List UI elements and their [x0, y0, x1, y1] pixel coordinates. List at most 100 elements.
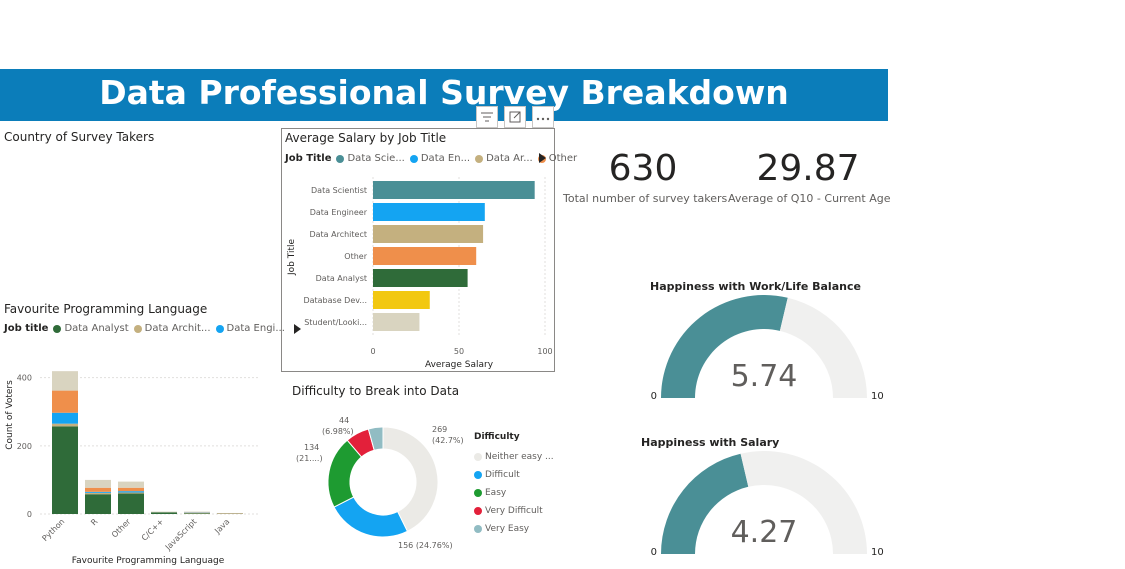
lang-bar-segment — [52, 426, 78, 514]
data-label-pct: (42.7%) — [432, 436, 464, 445]
lang-bar-segment — [118, 493, 144, 514]
lang-bar-segment — [85, 492, 111, 495]
legend-label: Data Analyst — [64, 323, 129, 334]
tile-label: United Kingdom — [111, 220, 192, 231]
lang-bar-segment — [52, 412, 78, 424]
filter-icon[interactable] — [476, 106, 498, 128]
lang-bar-segment — [118, 491, 144, 493]
lang-bar-segment — [52, 371, 78, 391]
lang-bar-segment — [118, 481, 144, 488]
lang-bar-segment — [151, 511, 177, 513]
avg-salary-chart: 0 50 100 Data Scientist Data Engineer Data Ar… — [287, 177, 553, 370]
salary-bar — [373, 313, 420, 331]
lang-bar-segment — [52, 390, 78, 413]
lang-bar-segment — [118, 492, 144, 494]
legend-label: Difficult — [485, 470, 520, 480]
difficulty-donut-chart: 269 (42.7%) 156 (24.76%) 134 (21....) 44 (6.98… — [296, 416, 464, 550]
treemap-tile-united-kingdom[interactable]: United Kingdom — [106, 216, 207, 284]
treemap-title: Country of Survey Takers — [4, 130, 155, 144]
legend-dot — [336, 154, 345, 163]
salary-bar — [373, 269, 468, 287]
focus-mode-icon[interactable] — [504, 106, 526, 128]
legend-label: Data Ar... — [486, 153, 533, 164]
data-label-count: 269 — [432, 425, 447, 434]
x-axis-title: Average Salary — [425, 360, 494, 370]
legend-item[interactable]: Data Archit... — [133, 323, 211, 334]
treemap-tile-united-states[interactable]: United S... — [207, 148, 257, 284]
lang-bar-segment — [52, 423, 78, 427]
legend-dot — [474, 525, 482, 533]
avg-salary-title: Average Salary by Job Title — [285, 131, 447, 145]
legend-item[interactable]: Difficult — [474, 466, 554, 484]
legend-item[interactable]: Data Engi... — [215, 323, 285, 334]
x-tick-label: C/C++ — [140, 517, 166, 543]
legend-label: Data En... — [420, 153, 471, 164]
treemap-tile-canada[interactable]: Canada — [3, 148, 106, 216]
legend-label: Data Archit... — [144, 323, 211, 334]
treemap-tile-india[interactable]: India — [3, 216, 106, 284]
legend-next-icon[interactable] — [539, 153, 546, 163]
x-tick-label: 0 — [370, 347, 375, 356]
gauge-value: 5.74 — [731, 359, 798, 394]
legend-dot — [474, 471, 482, 479]
y-tick-label: Data Scientist — [311, 186, 367, 195]
x-axis-title: Favourite Programming Language — [72, 556, 225, 566]
country-treemap[interactable]: Canada Other United S... India United Ki… — [3, 148, 257, 284]
y-tick-label: Other — [344, 252, 367, 261]
legend-label: Very Easy — [485, 524, 530, 534]
legend-title: Difficulty — [474, 432, 520, 442]
legend-title: Job Title — [285, 153, 332, 164]
legend-dot — [215, 324, 224, 333]
tile-label: India — [8, 220, 33, 231]
legend-dot — [474, 453, 482, 461]
y-axis-title: Job Title — [287, 239, 297, 276]
legend-dot — [474, 489, 482, 497]
legend-label: Data Scie... — [347, 153, 405, 164]
legend-dot — [474, 507, 482, 515]
lang-bar-segment — [85, 479, 111, 488]
legend-dot — [475, 154, 484, 163]
data-label-count: 44 — [339, 416, 349, 425]
legend-item[interactable]: Data Scie... — [336, 153, 405, 164]
legend-item[interactable]: Data En... — [409, 153, 471, 164]
more-options-icon[interactable] — [532, 106, 554, 128]
lang-bar-segment — [85, 491, 111, 493]
legend-item[interactable]: Neither easy ... — [474, 448, 554, 466]
tile-label: Other — [111, 152, 140, 163]
average-age-label: Average of Q10 - Current Age — [728, 192, 891, 205]
legend-dot — [53, 324, 62, 333]
gauge-max-label: 10 — [871, 547, 884, 558]
legend-item[interactable]: Data Analyst — [53, 323, 129, 334]
legend-label: Very Difficult — [485, 506, 543, 516]
work-life-gauge: 5.74 0 10 — [651, 295, 884, 402]
gauge-min-label: 0 — [651, 547, 657, 558]
lang-bar-segment — [151, 512, 177, 514]
salary-bar — [373, 181, 535, 199]
salary-bar — [373, 247, 477, 265]
salary-bar — [373, 225, 484, 243]
lang-bar-segment — [184, 511, 210, 513]
legend-title: Job title — [4, 323, 49, 334]
x-tick-label: 100 — [537, 347, 552, 356]
average-age-value: 29.87 — [756, 148, 860, 189]
avg-salary-legend: Job Title Data Scie... Data En... Data A… — [285, 153, 582, 164]
legend-item[interactable]: Very Easy — [474, 520, 554, 538]
x-tick-label: Other — [110, 517, 133, 540]
y-tick-label: Data Engineer — [310, 208, 368, 217]
x-tick-label: JavaScript — [163, 517, 198, 552]
gauge-min-label: 0 — [651, 391, 657, 402]
y-tick-label: 400 — [17, 374, 32, 383]
legend-item[interactable]: Very Difficult — [474, 502, 554, 520]
data-label-count: 134 — [304, 443, 319, 452]
data-label: 156 (24.76%) — [398, 541, 453, 550]
fav-lang-legend: Job title Data Analyst Data Archit... Da… — [4, 323, 301, 334]
survey-count-label: Total number of survey takers — [563, 192, 728, 205]
data-label-pct: (21....) — [296, 454, 323, 463]
legend-dot — [133, 324, 142, 333]
treemap-tile-other[interactable]: Other — [106, 148, 207, 216]
lang-bar-segment — [184, 513, 210, 514]
legend-item[interactable]: Easy — [474, 484, 554, 502]
legend-item[interactable]: Data Ar... — [475, 153, 533, 164]
y-tick-label: Data Analyst — [316, 274, 367, 283]
y-tick-label: Database Dev... — [303, 296, 367, 305]
